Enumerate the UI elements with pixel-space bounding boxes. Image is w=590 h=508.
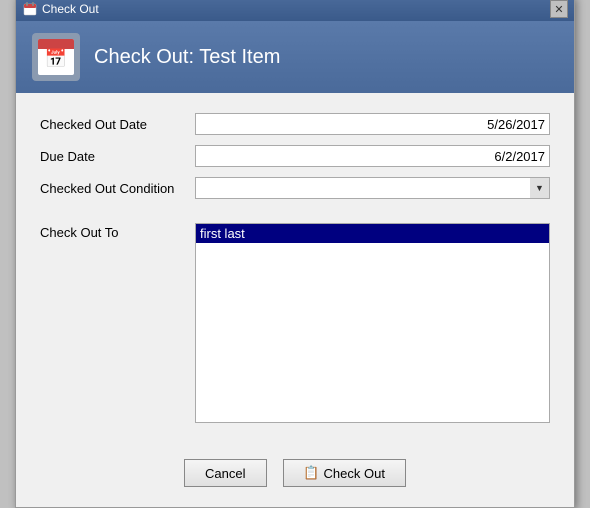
checked-out-date-label: Checked Out Date bbox=[40, 117, 195, 132]
checked-out-date-input[interactable] bbox=[195, 113, 550, 135]
close-button[interactable]: ✕ bbox=[550, 0, 568, 18]
checkout-label: Check Out bbox=[324, 466, 385, 481]
title-bar-left: Check Out bbox=[22, 1, 99, 17]
check-out-to-row: Check Out To first last bbox=[40, 223, 550, 423]
due-date-row: Due Date bbox=[40, 145, 550, 167]
due-date-label: Due Date bbox=[40, 149, 195, 164]
list-item[interactable]: first last bbox=[196, 224, 549, 243]
check-out-to-list[interactable]: first last bbox=[195, 223, 550, 423]
form-content: Checked Out Date Due Date Checked Out Co… bbox=[16, 93, 574, 443]
checkout-icon: 📋 bbox=[304, 465, 320, 481]
checked-out-condition-row: Checked Out Condition Good Fair Poor ▼ bbox=[40, 177, 550, 199]
button-row: Cancel 📋 Check Out bbox=[16, 443, 574, 507]
condition-select[interactable]: Good Fair Poor bbox=[195, 177, 550, 199]
dialog-header: Check Out: Test Item bbox=[16, 21, 574, 93]
due-date-input[interactable] bbox=[195, 145, 550, 167]
condition-select-wrapper: Good Fair Poor ▼ bbox=[195, 177, 550, 199]
window-icon bbox=[22, 1, 38, 17]
checkout-button[interactable]: 📋 Check Out bbox=[283, 459, 406, 487]
cancel-button[interactable]: Cancel bbox=[184, 459, 266, 487]
header-icon bbox=[32, 33, 80, 81]
check-out-window: Check Out ✕ Check Out: Test Item Checked… bbox=[15, 0, 575, 508]
check-out-to-label: Check Out To bbox=[40, 223, 195, 240]
dialog-title: Check Out: Test Item bbox=[94, 46, 280, 69]
title-bar: Check Out ✕ bbox=[16, 0, 574, 21]
cancel-label: Cancel bbox=[205, 466, 245, 481]
window-title: Check Out bbox=[42, 2, 99, 16]
checked-out-condition-label: Checked Out Condition bbox=[40, 181, 195, 196]
checked-out-date-row: Checked Out Date bbox=[40, 113, 550, 135]
